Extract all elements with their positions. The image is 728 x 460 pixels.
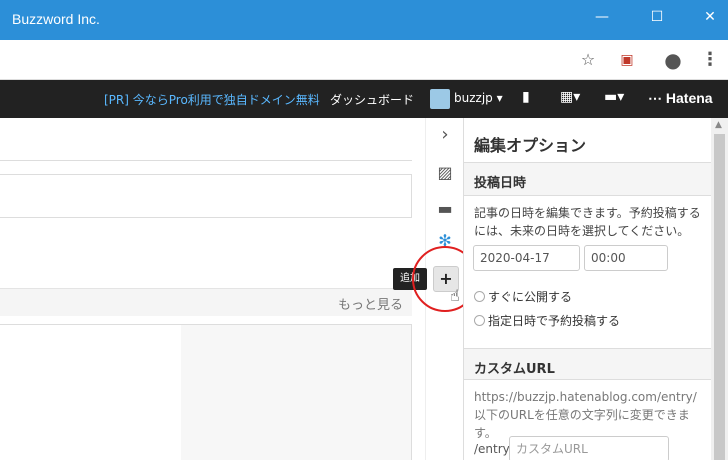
maximize-button[interactable]: ☐ <box>643 6 671 28</box>
minimize-button[interactable]: — <box>588 6 616 28</box>
brand-label: Hatena <box>665 90 713 106</box>
scroll-up-icon[interactable]: ▲ <box>715 120 722 130</box>
radio-publish-now[interactable]: すぐに公開する <box>474 288 572 305</box>
window-title: Buzzword Inc. <box>12 11 100 27</box>
apps-grid-icon[interactable]: ▦▾ <box>560 89 580 105</box>
radio-circle <box>474 315 485 326</box>
comment-icon[interactable]: ▬▾ <box>604 89 624 105</box>
promo-link[interactable]: [PR] 今ならPro利用で独自ドメイン無料 <box>104 91 320 108</box>
post-date-section-header: 投稿日時 <box>464 162 712 196</box>
panel-title: 編集オプション <box>474 136 587 155</box>
custom-url-description: https://buzzjp.hatenablog.com/entry/以下のU… <box>474 390 697 440</box>
editor-preview-shade <box>181 325 411 460</box>
divider <box>0 160 412 161</box>
browser-menu-icon[interactable]: ⋮ <box>700 50 720 70</box>
username-menu[interactable]: buzzjp ▾ <box>454 91 503 105</box>
custom-url-input[interactable]: カスタムURL <box>509 436 669 460</box>
user-avatar[interactable] <box>430 89 450 109</box>
custom-url-section-header: カスタムURL <box>464 348 712 380</box>
radio-circle <box>474 291 485 302</box>
custom-url-prefix: /entry/ <box>474 442 514 456</box>
body-editor[interactable] <box>0 324 412 460</box>
hand-cursor-icon: ☝ <box>450 286 460 305</box>
browser-toolbar: ☆ ▣ ● ⋮ <box>0 40 728 80</box>
post-date-description: 記事の日時を編集できます。予約投稿するには、未来の日時を選択してください。 <box>474 206 701 238</box>
panel-scrollbar[interactable]: ▲ <box>711 118 728 460</box>
radio-schedule[interactable]: 指定日時で予約投稿する <box>474 312 620 329</box>
hatena-header-bar: [PR] 今ならPro利用で独自ドメイン無料 ダッシュボード buzzjp ▾ … <box>0 80 728 118</box>
window-titlebar: Buzzword Inc. — ☐ ✕ <box>0 0 728 40</box>
time-input[interactable]: 00:00 <box>584 245 668 271</box>
editor-main-area: もっと見る <box>0 118 425 460</box>
profile-icon[interactable]: ● <box>663 50 683 70</box>
post-date-heading: 投稿日時 <box>474 176 527 191</box>
date-input[interactable]: 2020-04-17 <box>473 245 580 271</box>
collapse-chevron-icon[interactable]: › <box>434 124 456 146</box>
close-button[interactable]: ✕ <box>696 6 724 28</box>
bookmark-icon[interactable]: ▮ <box>522 89 530 105</box>
bookmark-star-icon[interactable]: ☆ <box>578 50 598 70</box>
hatena-logo[interactable]: ⋯ Hatena <box>648 90 713 107</box>
title-input-area[interactable] <box>0 174 412 218</box>
username-label: buzzjp <box>454 91 493 105</box>
radio-schedule-label: 指定日時で予約投稿する <box>488 314 621 328</box>
more-link[interactable]: もっと見る <box>338 294 403 313</box>
folder-icon[interactable]: ▬ <box>434 198 456 220</box>
dashboard-link[interactable]: ダッシュボード <box>330 91 414 108</box>
edit-options-panel: 編集オプション 投稿日時 記事の日時を編集できます。予約投稿するには、未来の日時… <box>463 118 712 460</box>
scroll-thumb[interactable] <box>714 134 725 460</box>
custom-url-heading: カスタムURL <box>474 362 555 377</box>
extension-icon[interactable]: ▣ <box>617 50 637 70</box>
image-icon[interactable]: ▨ <box>434 162 456 184</box>
radio-publish-now-label: すぐに公開する <box>488 290 573 304</box>
